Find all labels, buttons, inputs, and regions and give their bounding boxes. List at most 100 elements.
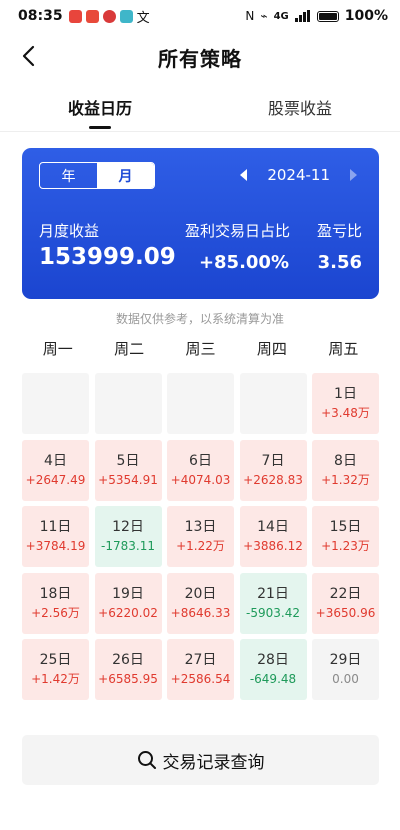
- calendar-day-profit: +3650.96: [315, 605, 376, 620]
- win-rate-value: +85.00%: [198, 252, 289, 273]
- page-title: 所有策略: [158, 46, 242, 71]
- back-arrow-icon[interactable]: [18, 44, 42, 68]
- profit-loss-ratio-label: 盈亏比: [316, 222, 362, 240]
- calendar-empty-cell: [94, 373, 162, 434]
- calendar-day-profit: +3784.19: [25, 539, 86, 553]
- tab-profit-calendar[interactable]: 收益日历: [0, 82, 200, 131]
- monthly-summary-card: 年 月 2024-11 月度收益 153999.09 盈利交易日占比 +85.0…: [22, 148, 379, 299]
- weekday-label: 周五: [328, 340, 359, 358]
- calendar-day-cell[interactable]: 12日 -1783.11: [94, 506, 162, 567]
- calendar-day-label: 12日: [112, 519, 144, 535]
- trade-records-query-button[interactable]: 交易记录查询: [22, 735, 379, 785]
- calendar-day-label: 18日: [39, 585, 72, 602]
- calendar-day-profit: +1.22万: [176, 539, 225, 553]
- tab-bar: 收益日历 股票收益: [0, 82, 400, 132]
- calendar-day-label: 22日: [329, 585, 362, 602]
- notification-icons: 文: [68, 7, 150, 26]
- calendar-day-cell[interactable]: 14日 +3886.12: [239, 506, 307, 567]
- calendar-day-cell[interactable]: 27日 +2586.54: [167, 639, 234, 700]
- battery-level: 100%: [344, 8, 388, 24]
- app-header: 所有策略: [0, 32, 400, 82]
- calendar-day-label: 13日: [184, 519, 217, 535]
- calendar-day-cell[interactable]: 6日 +4074.03: [167, 439, 234, 501]
- calendar-day-label: 29日: [329, 652, 362, 668]
- monthly-profit-label: 月度收益: [39, 222, 100, 240]
- calendar-day-cell[interactable]: 19日 +6220.02: [94, 572, 162, 634]
- calendar-empty-cell: [22, 373, 89, 434]
- weekday-label: 周一: [42, 340, 73, 358]
- calendar-day-cell[interactable]: 15日 +1.23万: [312, 506, 379, 567]
- calendar-day-label: 25日: [39, 652, 72, 668]
- calendar-day-profit: +3.48万: [321, 406, 370, 420]
- month-navigator: 2024-11: [240, 166, 357, 184]
- calendar-day-profit: +6585.95: [98, 672, 158, 686]
- calendar-day-cell[interactable]: 1日 +3.48万: [312, 373, 379, 434]
- calendar-day-cell[interactable]: 20日 +8646.33: [167, 572, 234, 634]
- calendar-day-profit: -649.48: [249, 672, 297, 686]
- app-notification-icon: [102, 9, 116, 23]
- calendar-day-profit: +1.42万: [31, 672, 80, 686]
- battery-icon: [316, 10, 339, 22]
- app-notification-icon: [68, 9, 82, 23]
- nfc-icon: Ν: [245, 9, 255, 23]
- previous-month-icon[interactable]: [240, 169, 248, 181]
- calendar-day-label: 4日: [44, 452, 67, 469]
- weekday-label: 周三: [185, 340, 216, 358]
- calendar-day-label: 15日: [329, 519, 362, 535]
- period-toggle: 年 月: [39, 162, 155, 189]
- app-notification-icon: [85, 9, 99, 23]
- status-bar: 08:35 文 Ν ⌁ 4G 100%: [0, 0, 400, 32]
- calendar-day-cell[interactable]: 29日 0.00: [312, 639, 379, 700]
- tab-stock-profit[interactable]: 股票收益: [200, 82, 400, 131]
- profit-calendar-grid: 1日 +3.48万 4日 +2647.49 5日 +5354.91 6日 +4074.03 7日…: [22, 373, 379, 700]
- trade-records-query-label: 交易记录查询: [162, 752, 265, 773]
- calendar-day-cell[interactable]: 25日 +1.42万: [22, 639, 89, 700]
- weekday-label: 周四: [256, 340, 287, 358]
- calendar-day-profit: +5354.91: [98, 472, 158, 487]
- calendar-day-cell[interactable]: 26日 +6585.95: [94, 639, 162, 700]
- calendar-day-cell[interactable]: 13日 +1.22万: [167, 506, 234, 567]
- signal-icon: [294, 10, 310, 22]
- calendar-day-cell[interactable]: 11日 +3784.19: [22, 506, 89, 567]
- calendar-day-profit: +2628.83: [243, 472, 303, 487]
- calendar-day-profit: +1.23万: [321, 539, 370, 553]
- disclaimer-note: 数据仅供参考，以系统清算为准: [115, 312, 284, 326]
- calendar-day-cell[interactable]: 21日 -5903.42: [239, 572, 307, 634]
- calendar-day-profit: +2586.54: [170, 672, 231, 686]
- calendar-day-cell[interactable]: 28日 -649.48: [239, 639, 307, 700]
- calendar-day-label: 5日: [116, 452, 140, 469]
- calendar-day-profit: +6220.02: [98, 605, 158, 620]
- calendar-day-cell[interactable]: 18日 +2.56万: [22, 572, 89, 634]
- calendar-day-cell[interactable]: 4日 +2647.49: [22, 439, 89, 501]
- current-month: 2024-11: [267, 166, 330, 184]
- calendar-day-cell[interactable]: 7日 +2628.83: [239, 439, 307, 501]
- profit-loss-ratio-value: 3.56: [317, 252, 362, 273]
- next-month-icon[interactable]: [350, 169, 357, 181]
- calendar-day-label: 8日: [334, 452, 357, 469]
- network-type: 4G: [273, 10, 289, 22]
- monthly-profit-value: 153999.09: [39, 244, 176, 270]
- calendar-day-label: 19日: [112, 585, 144, 602]
- calendar-day-label: 20日: [184, 585, 217, 602]
- calendar-empty-cell: [239, 373, 307, 434]
- calendar-day-profit: -5903.42: [246, 605, 300, 620]
- calendar-day-cell[interactable]: 8日 +1.32万: [312, 439, 379, 501]
- calendar-day-label: 14日: [257, 519, 289, 535]
- search-icon: [137, 751, 156, 769]
- calendar-day-label: 28日: [257, 652, 289, 668]
- calendar-day-profit: +2.56万: [31, 605, 80, 620]
- month-toggle-button[interactable]: 月: [97, 163, 154, 188]
- status-time: 08:35: [18, 8, 63, 24]
- calendar-day-cell[interactable]: 22日 +3650.96: [312, 572, 379, 634]
- calendar-day-profit: +8646.33: [170, 605, 231, 620]
- calendar-day-label: 11日: [39, 519, 72, 535]
- calendar-empty-cell: [167, 373, 234, 434]
- calendar-day-profit: 0.00: [332, 672, 359, 686]
- win-rate-label: 盈利交易日占比: [185, 222, 291, 240]
- calendar-day-label: 26日: [112, 652, 144, 668]
- calendar-day-label: 1日: [334, 386, 357, 402]
- weekday-header: 周一 周二 周三 周四 周五: [22, 338, 379, 359]
- year-toggle-button[interactable]: 年: [40, 163, 97, 188]
- calendar-day-cell[interactable]: 5日 +5354.91: [94, 439, 162, 501]
- calendar-day-label: 6日: [189, 452, 212, 469]
